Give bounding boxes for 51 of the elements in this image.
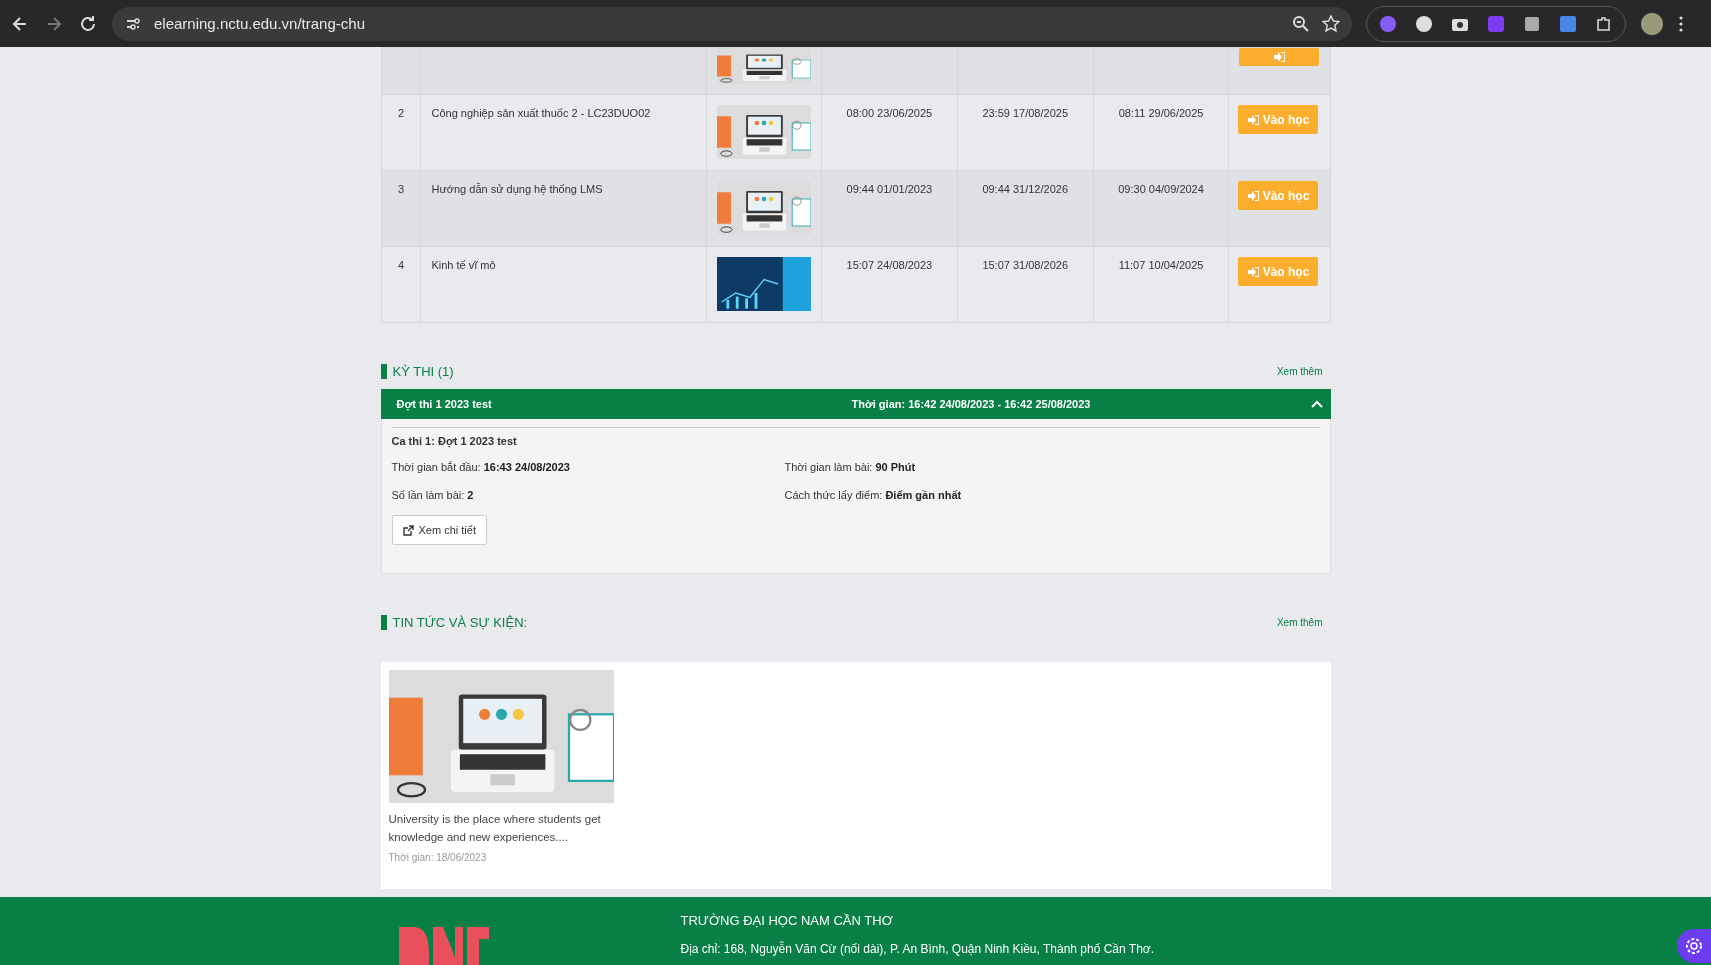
- course-name: Hướng dẫn sử dụng hệ thống LMS: [420, 170, 707, 247]
- see-more-link[interactable]: Xem thêm: [1276, 616, 1323, 628]
- course-name: Công nghiệp sản xuất thuốc 2 - LC23DUO02: [420, 94, 707, 171]
- exam-detail: Thời gian làm bài: 90 Phút: [784, 461, 917, 473]
- last-access-time: 11:07 10/04/2025: [1093, 246, 1229, 323]
- start-time: 15:07 24/08/2023: [821, 246, 958, 323]
- view-details-button[interactable]: Xem chi tiết: [391, 515, 487, 545]
- url-text: elearning.nctu.edu.vn/trang-chu: [154, 15, 366, 32]
- last-access-time: 08:11 29/06/2025: [1093, 94, 1229, 171]
- avatar-icon[interactable]: [1640, 11, 1664, 36]
- last-access-time: 09:30 04/09/2024: [1093, 170, 1229, 247]
- extension-icon[interactable]: [1415, 14, 1433, 33]
- news-date: Thời gian: 18/06/2023: [388, 852, 488, 863]
- row-number: 2: [381, 94, 421, 171]
- see-more-link[interactable]: Xem thêm: [1276, 365, 1323, 377]
- section-heading: TIN TỨC VÀ SỰ KIỆN:: [380, 614, 528, 630]
- end-time: 23:59 17/08/2025: [957, 94, 1094, 171]
- star-icon[interactable]: [1322, 14, 1340, 33]
- settings-icon: [1684, 936, 1704, 956]
- sign-in-icon: [1247, 266, 1259, 277]
- external-link-icon: [402, 524, 414, 536]
- exam-time: Thời gian: 16:42 24/08/2023 - 16:42 25/08/2023: [851, 398, 1092, 410]
- exam-header-bar[interactable]: Đợt thi 1 2023 test Thời gian: 16:42 24/08/2023 - 16:42 25/08/2023: [380, 389, 1331, 419]
- end-time: 15:07 31/08/2026: [957, 246, 1094, 323]
- translate-icon[interactable]: [1559, 14, 1577, 33]
- exam-detail: Số lần làm bài: 2: [391, 489, 475, 501]
- exam-title: Đợt thi 1 2023 test: [396, 398, 493, 410]
- zoom-icon[interactable]: [1292, 14, 1310, 33]
- end-time: 09:44 31/12/2026: [957, 170, 1094, 247]
- menu-icon[interactable]: [1678, 14, 1684, 33]
- reload-icon[interactable]: [78, 13, 98, 34]
- chevron-up-icon[interactable]: [1310, 400, 1323, 408]
- exam-session: Ca thi 1: Đợt 1 2023 test: [391, 435, 518, 447]
- sign-in-icon: [1247, 190, 1259, 201]
- row-number: 4: [381, 246, 421, 323]
- address-bar[interactable]: elearning.nctu.edu.vn/trang-chu: [112, 6, 1352, 41]
- settings-button[interactable]: [1677, 929, 1711, 963]
- course-name: Kinh tế vĩ mô: [420, 246, 707, 323]
- news-title[interactable]: University is the place where students get knowledge and new experiences....: [388, 810, 614, 846]
- row-number: 3: [381, 170, 421, 247]
- extension-icon[interactable]: [1523, 14, 1541, 33]
- sign-in-icon: [1247, 114, 1259, 125]
- footer-address: Địa chỉ: 168, Nguyễn Văn Cừ (nối dài), P. An Bình, Quận Ninh Kiều, Thành phố Cần Thơ.: [680, 942, 1155, 956]
- exam-detail: Thời gian bắt đầu: 16:43 24/08/2023: [391, 461, 571, 473]
- start-time: 09:44 01/01/2023: [821, 170, 958, 247]
- sign-in-icon: [1273, 52, 1285, 62]
- section-heading: KỲ THI (1): [380, 363, 454, 379]
- start-time: 08:00 23/06/2025: [821, 94, 958, 171]
- footer-title: TRƯỜNG ĐẠI HỌC NAM CẦN THƠ: [680, 913, 894, 928]
- exam-detail: Cách thức lấy điểm: Điểm gần nhất: [784, 489, 963, 501]
- puzzle-icon[interactable]: [1595, 14, 1613, 33]
